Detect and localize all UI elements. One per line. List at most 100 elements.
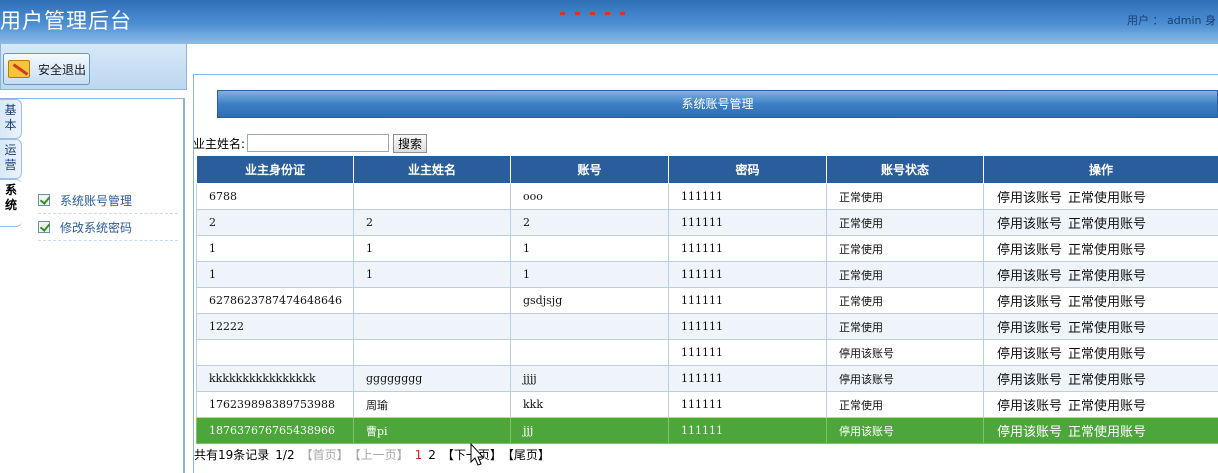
cell-id-card: 12222 [196, 313, 354, 340]
cell-id-card: 176239898389753988 [196, 391, 354, 418]
cell-actions: 停用该账号 正常使用账号 [983, 339, 1218, 366]
cell-actions: 停用该账号 正常使用账号 [983, 391, 1218, 418]
cell-password: 111111 [668, 183, 827, 210]
first-page-link: 【首页】 [300, 448, 349, 462]
search-label: 业主姓名: [193, 136, 246, 151]
accounts-table: 业主身份证 业主姓名 账号 密码 账号状态 操作 6788 ooo 111111 正常… [196, 155, 1218, 444]
enable-account-link[interactable]: 正常使用账号 [1068, 295, 1146, 310]
cell-password: 111111 [668, 287, 827, 314]
enable-account-link[interactable]: 正常使用账号 [1068, 373, 1146, 388]
cell-password: 111111 [668, 313, 827, 340]
disable-account-link[interactable]: 停用该账号 [997, 347, 1062, 362]
enable-account-link[interactable]: 正常使用账号 [1068, 269, 1146, 284]
cell-id-card: kkkkkkkkkkkkkkkk [196, 365, 354, 392]
enable-account-link[interactable]: 正常使用账号 [1068, 425, 1146, 440]
cell-owner-name [353, 313, 511, 340]
enable-account-link[interactable]: 正常使用账号 [1068, 217, 1146, 232]
total-records: 共有19条记录 [194, 448, 270, 462]
cell-owner-name [353, 183, 511, 210]
cell-owner-name: 曹pi [353, 417, 511, 444]
cell-account: ooo [510, 183, 669, 210]
col-id-card: 业主身份证 [196, 155, 354, 184]
cell-id-card: 2 [196, 209, 354, 236]
search-bar: 业主姓名: 搜索 [193, 133, 428, 153]
logout-button[interactable]: 安全退出 [3, 53, 90, 85]
tab-operations[interactable]: 运营 [0, 139, 22, 179]
cell-owner-name: 周瑜 [353, 391, 511, 418]
tab-system[interactable]: 系统 [0, 179, 22, 227]
cell-status: 正常使用 [826, 235, 984, 262]
app-title: 用户管理后台 [0, 9, 132, 33]
cell-account: jjjj [510, 365, 669, 392]
cell-status: 正常使用 [826, 287, 984, 314]
page-title: 系统账号管理 [217, 90, 1218, 118]
cell-actions: 停用该账号 正常使用账号 [983, 183, 1218, 210]
disable-account-link[interactable]: 停用该账号 [997, 425, 1062, 440]
enable-account-link[interactable]: 正常使用账号 [1068, 399, 1146, 414]
cell-password: 111111 [668, 261, 827, 288]
table-row[interactable]: 2 2 2 111111 正常使用 停用该账号 正常使用账号 [196, 209, 1218, 236]
table-row[interactable]: 12222 111111 正常使用 停用该账号 正常使用账号 [196, 313, 1218, 340]
cell-password: 111111 [668, 417, 827, 444]
cell-account: 1 [510, 235, 669, 262]
sidebar-item-label: 系统账号管理 [60, 193, 133, 208]
cell-owner-name [353, 339, 511, 366]
col-password: 密码 [668, 155, 827, 184]
tab-basic[interactable]: 基本 [0, 99, 22, 139]
cell-password: 111111 [668, 391, 827, 418]
table-row[interactable]: 6278623787474648646 gsdjsjg 111111 正常使用 停用该账… [196, 287, 1218, 314]
cell-owner-name: gggggggg [353, 365, 511, 392]
cell-actions: 停用该账号 正常使用账号 [983, 261, 1218, 288]
app-header: 用户管理后台 用户 ： admin 身 [0, 0, 1218, 44]
table-row[interactable]: 6788 ooo 111111 正常使用 停用该账号 正常使用账号 [196, 183, 1218, 210]
page-2-link[interactable]: 2 [428, 448, 436, 462]
table-row[interactable]: 1 1 1 111111 正常使用 停用该账号 正常使用账号 [196, 235, 1218, 262]
cell-id-card: 1 [196, 261, 354, 288]
disable-account-link[interactable]: 停用该账号 [997, 269, 1062, 284]
disable-account-link[interactable]: 停用该账号 [997, 191, 1062, 206]
cell-status: 正常使用 [826, 209, 984, 236]
header-decoration [560, 0, 680, 15]
logout-icon [8, 60, 30, 78]
enable-account-link[interactable]: 正常使用账号 [1068, 243, 1146, 258]
owner-name-input[interactable] [247, 134, 390, 152]
disable-account-link[interactable]: 停用该账号 [997, 243, 1062, 258]
cell-password: 111111 [668, 209, 827, 236]
table-row[interactable]: 111111 停用该账号 停用该账号 正常使用账号 [196, 339, 1218, 366]
cell-id-card: 1 [196, 235, 354, 262]
table-row[interactable]: kkkkkkkkkkkkkkkk gggggggg jjjj 111111 停用该账号停… [196, 365, 1218, 392]
enable-account-link[interactable]: 正常使用账号 [1068, 191, 1146, 206]
last-page-link[interactable]: 【尾页】 [502, 446, 550, 463]
cell-status: 正常使用 [826, 261, 984, 288]
sidebar-item-label: 修改系统密码 [60, 220, 133, 235]
sidebar-item-change-password[interactable]: 修改系统密码 [38, 214, 178, 241]
sidebar: 基本 运营 系统 系统账号管理 修改系统密码 [0, 98, 185, 473]
sidebar-item-account-manage[interactable]: 系统账号管理 [38, 187, 178, 214]
cell-id-card: 6278623787474648646 [196, 287, 354, 314]
disable-account-link[interactable]: 停用该账号 [997, 217, 1062, 232]
col-owner-name: 业主姓名 [353, 155, 511, 184]
disable-account-link[interactable]: 停用该账号 [997, 399, 1062, 414]
checkbox-icon [38, 221, 50, 233]
enable-account-link[interactable]: 正常使用账号 [1068, 347, 1146, 362]
table-row[interactable]: 1 1 1 111111 正常使用 停用该账号 正常使用账号 [196, 261, 1218, 288]
table-row[interactable]: 176239898389753988 周瑜 kkk 111111 正常使用 停用该账号 正常… [196, 391, 1218, 418]
cell-password: 111111 [668, 235, 827, 262]
cell-actions: 停用该账号 正常使用账号 [983, 417, 1218, 444]
sidebar-menu: 系统账号管理 修改系统密码 [38, 187, 178, 241]
disable-account-link[interactable]: 停用该账号 [997, 373, 1062, 388]
enable-account-link[interactable]: 正常使用账号 [1068, 321, 1146, 336]
cell-actions: 停用该账号 正常使用账号 [983, 287, 1218, 314]
cell-status: 正常使用 [826, 313, 984, 340]
pagination: 共有19条记录 1/2 【首页】 【上一页】 1 2 【下一页】 【尾页】 [194, 446, 556, 463]
disable-account-link[interactable]: 停用该账号 [997, 295, 1062, 310]
cell-password: 111111 [668, 365, 827, 392]
cell-account: 2 [510, 209, 669, 236]
cell-status: 停用该账号 [826, 417, 984, 444]
search-button[interactable]: 搜索 [393, 133, 428, 153]
disable-account-link[interactable]: 停用该账号 [997, 321, 1062, 336]
table-header: 业主身份证 业主姓名 账号 密码 账号状态 操作 [196, 155, 1218, 184]
cell-actions: 停用该账号 正常使用账号 [983, 365, 1218, 392]
table-row[interactable]: 187637676765438966 曹pi jjj 111111 停用该账号 停用该账号… [196, 417, 1218, 444]
page-1-link: 1 [414, 447, 423, 462]
